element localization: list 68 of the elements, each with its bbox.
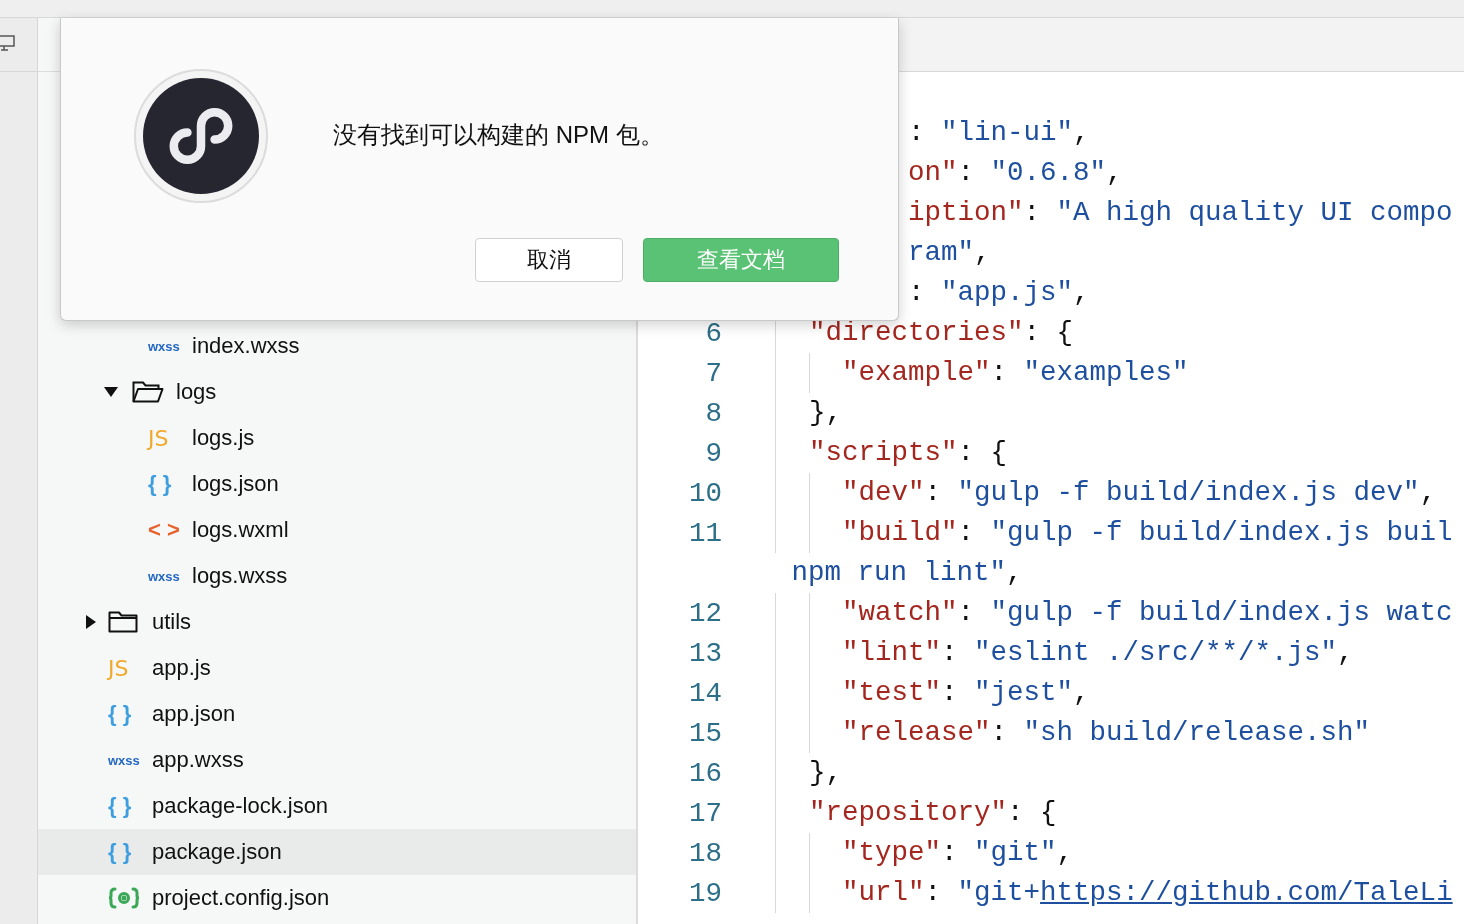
file-row[interactable]: wxss index.wxss [38,323,636,369]
code-line: : "app.js", [907,276,1090,310]
file-row[interactable]: { } package.json [38,829,636,875]
folder-icon [108,610,140,634]
file-type-icon: wxss [108,752,152,768]
code-line: : "lin-ui", [907,116,1090,150]
file-name: app.json [152,701,236,727]
line-number: 19 [689,877,722,909]
file-type-icon: wxss [148,338,192,354]
line-number: 14 [689,677,722,709]
file-name: logs.wxss [192,563,288,589]
file-row[interactable]: < > logs.wxml [38,507,636,553]
file-name: app.js [152,655,211,681]
code-line: }, [775,393,842,433]
line-number: 12 [689,597,722,629]
file-name: package.json [152,839,282,865]
line-number: 8 [705,397,722,429]
file-type-icon: wxss [148,568,192,584]
line-number: 13 [689,637,722,669]
file-name: logs.json [192,471,279,497]
line-number: 18 [689,837,722,869]
folder-name: utils [152,609,192,635]
line-number: 11 [689,517,722,549]
line-number: 15 [689,717,722,749]
expand-triangle-icon[interactable] [86,615,96,629]
folder-row[interactable]: logs [38,369,636,415]
file-name: logs.wxml [192,517,289,543]
line-number: 9 [705,437,722,469]
code-line: }, [775,753,842,793]
config-file-icon [108,886,140,910]
file-row[interactable]: wxss logs.wxss [38,553,636,599]
collapse-triangle-icon[interactable] [104,387,118,397]
file-name: logs.js [192,425,255,451]
file-row[interactable]: project.config.json [38,875,636,921]
file-name: index.wxss [192,333,300,359]
line-number: 6 [705,317,722,349]
file-row[interactable]: wxss app.wxss [38,737,636,783]
line-number: 17 [689,797,722,829]
monitor-icon[interactable] [0,33,16,52]
file-type-icon: { } [148,471,192,497]
file-name: package-lock.json [152,793,329,819]
file-type-icon: < > [148,517,192,543]
cancel-button[interactable]: 取消 [475,238,623,282]
code-line: npm run lint", [790,556,1023,590]
dialog-message: 没有找到可以构建的 NPM 包。 [333,120,664,150]
file-type-icon: { } [108,839,152,865]
file-type-icon: { } [108,793,152,819]
folder-name: logs [176,379,217,405]
code-line: iption": "A high quality UI compo [907,196,1453,230]
repository-link[interactable]: https://github.com/TaleLi [1040,877,1453,908]
file-row[interactable]: { } app.json [38,691,636,737]
line-number: 16 [689,757,722,789]
code-line: ram", [907,236,991,270]
file-row[interactable]: JS app.js [38,645,636,691]
file-row[interactable]: JS logs.js [38,415,636,461]
file-type-icon: JS [148,425,192,451]
file-row[interactable]: { } logs.json [38,461,636,507]
file-type-icon: JS [108,655,152,681]
folder-row[interactable]: utils [38,599,636,645]
file-name: app.wxss [152,747,244,773]
file-type-icon: { } [108,701,152,727]
open-folder-icon [132,380,164,404]
line-number: 10 [689,477,722,509]
line-number: 7 [705,357,722,389]
file-row[interactable]: { } package-lock.json [38,783,636,829]
app-logo-icon [133,68,269,204]
code-line: on": "0.6.8", [907,156,1123,190]
file-name: project.config.json [152,885,330,911]
